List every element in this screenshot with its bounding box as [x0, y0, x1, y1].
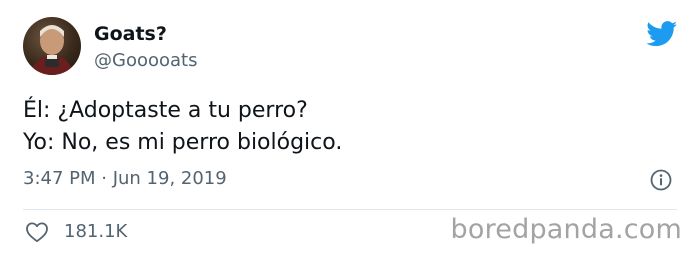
heart-icon[interactable] [25, 221, 49, 243]
tweet-timestamp[interactable]: 3:47 PM · Jun 19, 2019 [23, 168, 227, 189]
info-icon[interactable] [650, 169, 672, 191]
boredpanda-watermark: boredpanda.com [450, 214, 682, 245]
tweet-line-1: Él: ¿Adoptaste a tu perro? [23, 98, 308, 123]
twitter-bird-icon[interactable] [646, 21, 678, 47]
avatar-portrait-image [31, 25, 73, 75]
author-display-name[interactable]: Goats? [94, 23, 167, 45]
divider [23, 209, 677, 210]
tweet-body: Él: ¿Adoptaste a tu perro? Yo: No, es mi… [23, 95, 342, 159]
like-count[interactable]: 181.1K [64, 221, 127, 242]
tweet-line-2: Yo: No, es mi perro biológico. [23, 130, 343, 155]
avatar[interactable] [23, 17, 81, 75]
author-handle[interactable]: @Gooooats [94, 50, 197, 71]
